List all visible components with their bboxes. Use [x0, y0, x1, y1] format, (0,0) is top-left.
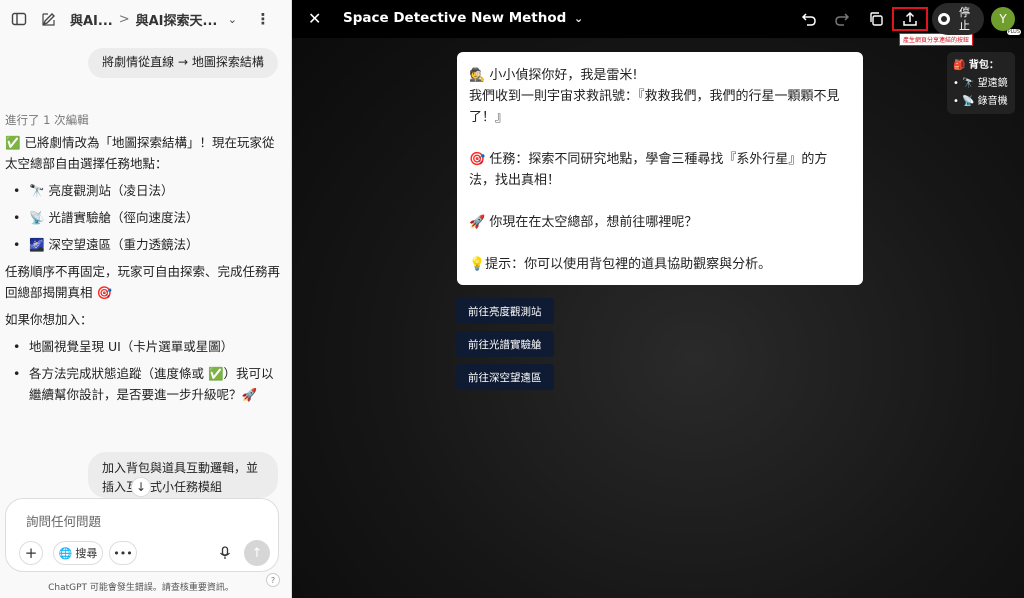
redo-icon[interactable]	[831, 8, 853, 30]
user-message: 加入背包與道具互動邏輯，並插入互動式小任務模組	[88, 452, 278, 498]
search-button[interactable]: 🌐 搜尋	[53, 541, 103, 565]
composer[interactable]: 詢問任何問題 + 🌐 搜尋 ••• ↑	[5, 498, 279, 572]
addon-list: 地圖視覺呈現 UI（卡片選單或星圖） 各方法完成狀態追蹤（進度條或 ✅）我可以繼…	[5, 336, 285, 405]
backpack-item[interactable]: 📡 錄音機	[953, 93, 1009, 111]
go-brightness-station-button[interactable]: 前往亮度觀測站	[456, 298, 554, 324]
plus-badge: PLUS	[1006, 29, 1021, 35]
list-item: 地圖視覺呈現 UI（卡片選單或星圖）	[5, 336, 285, 357]
ellipsis-icon: •••	[113, 546, 133, 560]
new-chat-icon[interactable]	[38, 8, 60, 30]
order-note: 任務順序不再固定，玩家可自由探索、完成任務再回總部揭開真相 🎯	[5, 264, 281, 300]
edited-note: 進行了 1 次編輯	[5, 113, 89, 127]
chat-panel: 與AI... > 與AI探索天... ⌄ ⋮ 將劇情從直線 → 地圖探索結構 進…	[0, 0, 292, 598]
chat-header: 與AI... > 與AI探索天... ⌄ ⋮	[0, 0, 291, 38]
backpack-panel: 🎒 背包： 🔭 望遠鏡 📡 錄音機	[947, 52, 1015, 114]
stop-icon	[938, 13, 950, 25]
chat-input[interactable]: 詢問任何問題	[26, 511, 101, 530]
stop-button[interactable]: 停止	[932, 3, 984, 35]
assistant-message: ✅ 已將劇情改為「地圖探索結構」！現在玩家從太空總部自由選擇任務地點： 🔭 亮度…	[5, 132, 285, 411]
mission-line: 🎯 任務：探索不同研究地點，學會三種尋找『系外行星』的方法，找出真相！	[469, 152, 828, 188]
scroll-down-icon[interactable]: ↓	[131, 477, 151, 497]
share-icon	[903, 11, 917, 26]
canvas-title[interactable]: Space Detective New Method ⌄	[343, 10, 583, 26]
go-deep-space-button[interactable]: 前往深空望遠區	[456, 364, 554, 390]
location-prompt: 🚀 你現在在太空總部，想前往哪裡呢？	[469, 215, 698, 230]
canvas-header: ✕ Space Detective New Method ⌄ 產生網頁分享連結的…	[292, 0, 1024, 46]
send-button[interactable]: ↑	[244, 540, 270, 566]
more-options-icon[interactable]: ⋮	[252, 8, 274, 30]
avatar[interactable]: Y PLUS	[991, 7, 1021, 35]
stop-label: 停止	[959, 6, 970, 32]
sidebar-toggle-icon[interactable]	[8, 8, 30, 30]
more-tools-button[interactable]: •••	[109, 541, 137, 565]
addon-intro: 如果你想加入：	[5, 312, 93, 327]
breadcrumb-separator: >	[118, 11, 130, 27]
avatar-letter: Y	[999, 12, 1007, 26]
list-item: 🌌 深空望遠區（重力透鏡法）	[5, 234, 285, 255]
copy-icon[interactable]	[865, 8, 887, 30]
share-button[interactable]	[892, 7, 928, 31]
backpack-item[interactable]: 🔭 望遠鏡	[953, 75, 1009, 93]
canvas-title-text: Space Detective New Method	[343, 10, 567, 26]
user-message: 將劇情從直線 → 地圖探索結構	[88, 48, 278, 78]
help-button[interactable]: ?	[266, 573, 280, 587]
signal-line: 我們收到一則宇宙求救訊號：『救救我們，我們的行星一顆顆不見了！』	[469, 89, 840, 125]
backpack-title: 🎒 背包：	[953, 60, 999, 71]
disclaimer: ChatGPT 可能會發生錯誤。請查核重要資訊。	[48, 583, 234, 593]
close-icon[interactable]: ✕	[308, 9, 321, 28]
hint-line: 💡提示：你可以使用背包裡的道具協助觀察與分析。	[469, 257, 772, 272]
list-item: 🔭 亮度觀測站（凌日法）	[5, 180, 285, 201]
globe-icon: 🌐	[58, 546, 73, 560]
chevron-down-icon[interactable]: ⌄	[221, 8, 243, 30]
breadcrumb-project[interactable]: 與AI...	[70, 10, 113, 29]
go-spectrum-lab-button[interactable]: 前往光譜實驗艙	[456, 331, 554, 357]
breadcrumb-chat-title[interactable]: 與AI探索天...	[136, 10, 218, 29]
list-item: 各方法完成狀態追蹤（進度條或 ✅）我可以繼續幫你設計，是否要進一步升級呢？🚀	[5, 363, 285, 405]
story-card: 🕵️ 小小偵探你好，我是雷米! 我們收到一則宇宙求救訊號：『救救我們，我們的行星…	[457, 52, 863, 285]
plus-icon: +	[24, 544, 38, 562]
greeting-line: 🕵️ 小小偵探你好，我是雷米!	[469, 68, 638, 83]
canvas-panel: ✕ Space Detective New Method ⌄ 產生網頁分享連結的…	[292, 0, 1024, 598]
location-list: 🔭 亮度觀測站（凌日法） 📡 光譜實驗艙（徑向速度法） 🌌 深空望遠區（重力透鏡…	[5, 180, 285, 255]
microphone-icon	[220, 546, 230, 559]
add-attachment-button[interactable]: +	[19, 541, 43, 565]
microphone-button[interactable]	[213, 541, 237, 565]
assistant-intro: ✅ 已將劇情改為「地圖探索結構」！現在玩家從太空總部自由選擇任務地點：	[5, 135, 275, 171]
chevron-down-icon: ⌄	[574, 12, 584, 25]
arrow-up-icon: ↑	[251, 545, 263, 561]
undo-icon[interactable]	[798, 8, 820, 30]
list-item: 📡 光譜實驗艙（徑向速度法）	[5, 207, 285, 228]
search-label: 搜尋	[75, 547, 98, 560]
